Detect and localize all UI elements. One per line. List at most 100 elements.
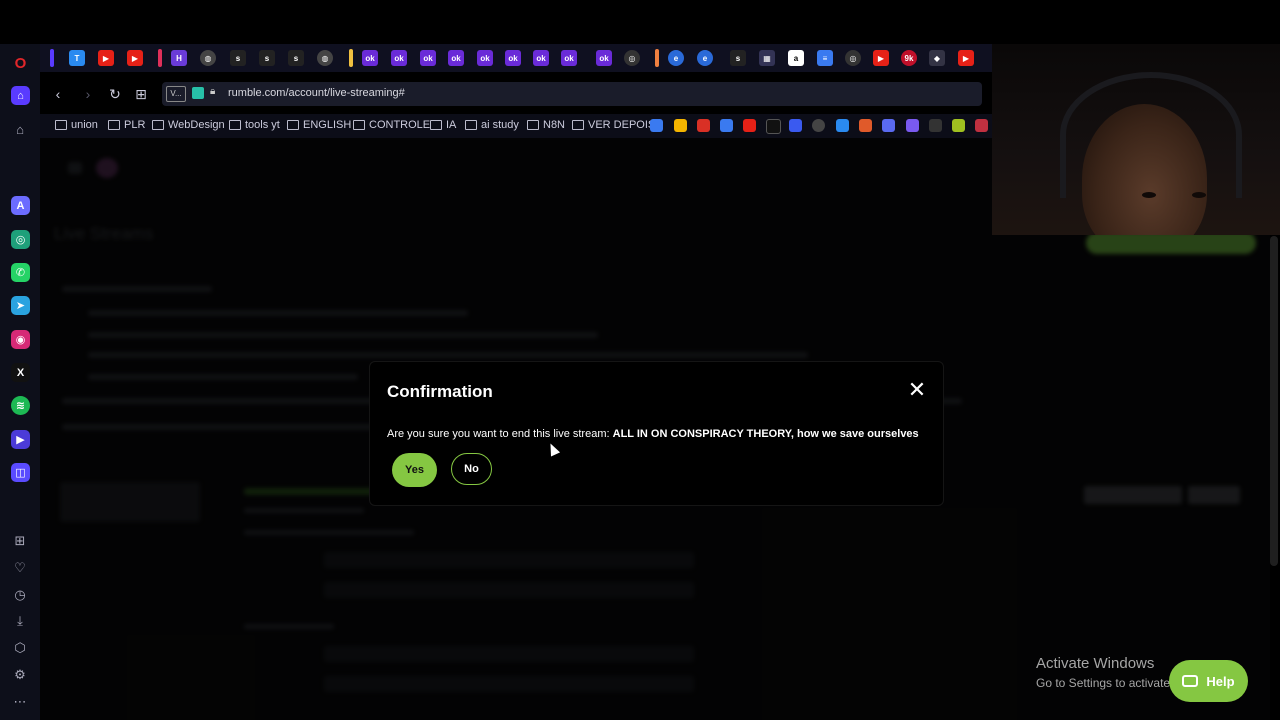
tab-icon[interactable]: e: [668, 50, 684, 66]
tab-icon[interactable]: ok: [362, 50, 378, 66]
tab-icon[interactable]: ok: [391, 50, 407, 66]
bookmark-folder[interactable]: union: [55, 119, 98, 131]
tab-icon[interactable]: ok: [477, 50, 493, 66]
activate-windows-title: Activate Windows: [1036, 655, 1155, 672]
speed-dial-icon[interactable]: ⌂: [9, 120, 31, 138]
message-prefix: Are you sure you want to end this live s…: [387, 428, 610, 440]
opera-logo-icon[interactable]: O: [11, 54, 30, 73]
x-icon[interactable]: [766, 119, 781, 134]
extensions-icon[interactable]: ⊞: [9, 532, 31, 550]
youtube-tab-icon[interactable]: ▶: [127, 50, 143, 66]
tab-icon[interactable]: s: [259, 50, 275, 66]
bookmark-icon[interactable]: [650, 119, 663, 132]
bookmark-folder[interactable]: IA: [430, 119, 456, 131]
bookmark-icon[interactable]: [789, 119, 802, 132]
amazon-tab-icon[interactable]: a: [788, 50, 804, 66]
forward-icon[interactable]: ›: [78, 84, 98, 104]
favorites-icon[interactable]: ♡: [9, 559, 31, 577]
tab-strip: T ▶ ▶ H ◍ s s s ◍ ok ok ok ok ok ok ok o…: [40, 44, 992, 72]
tab-icon[interactable]: ok: [448, 50, 464, 66]
folder-icon: [527, 120, 539, 130]
bookmark-icon[interactable]: [952, 119, 965, 132]
history-icon[interactable]: ◷: [9, 586, 31, 604]
no-button[interactable]: No: [451, 453, 492, 485]
chatgpt-tab-icon[interactable]: ◎: [624, 50, 640, 66]
bookmark-folder[interactable]: ENGLISH: [287, 119, 351, 131]
tab-icon[interactable]: s: [288, 50, 304, 66]
bookmarks-bar: union PLR WebDesign tools yt ENGLISH CON…: [40, 114, 992, 138]
globe-tab-icon[interactable]: ◍: [200, 50, 216, 66]
gmail-icon[interactable]: [697, 119, 710, 132]
url-field[interactable]: V... 🔒︎ rumble.com/account/live-streamin…: [162, 82, 982, 106]
stream-name: ALL IN ON CONSPIRACY THEORY, how we save…: [612, 428, 919, 440]
lock-icon[interactable]: 🔒︎: [210, 86, 215, 97]
chatgpt-icon[interactable]: [812, 119, 825, 132]
bookmark-folder[interactable]: PLR: [108, 119, 145, 131]
x-icon[interactable]: X: [11, 363, 30, 382]
tab-icon[interactable]: ok: [420, 50, 436, 66]
cube-icon[interactable]: ⬡: [9, 639, 31, 657]
bookmark-folder[interactable]: N8N: [527, 119, 565, 131]
aria-icon[interactable]: A: [11, 196, 30, 215]
bookmark-icon[interactable]: [975, 119, 988, 132]
close-icon[interactable]: ✕: [906, 379, 928, 401]
chat-icon: [1182, 675, 1199, 687]
settings-icon[interactable]: ⚙: [9, 666, 31, 684]
tab-icon[interactable]: ok: [596, 50, 612, 66]
bookmark-folder[interactable]: ai study: [465, 119, 519, 131]
home-icon[interactable]: ⌂: [11, 86, 30, 105]
tab-icon[interactable]: ▦: [759, 50, 775, 66]
instagram-icon[interactable]: ◉: [11, 330, 30, 349]
webcam-overlay: [992, 44, 1280, 235]
tab-icon[interactable]: ok: [561, 50, 577, 66]
downloads-icon[interactable]: ⤓: [9, 612, 31, 630]
tab-icon[interactable]: ok: [533, 50, 549, 66]
tab-icon[interactable]: T: [69, 50, 85, 66]
bookmark-icon[interactable]: [929, 119, 942, 132]
reload-icon[interactable]: ↻: [105, 84, 125, 104]
bookmark-folder[interactable]: VER DEPOIS: [572, 119, 655, 131]
docs-tab-icon[interactable]: ≡: [817, 50, 833, 66]
workspace-badge[interactable]: V...: [166, 86, 186, 102]
youtube-tab-icon[interactable]: ▶: [958, 50, 974, 66]
tab-group-marker: [158, 49, 162, 67]
globe-tab-icon[interactable]: ◍: [317, 50, 333, 66]
tab-icon[interactable]: ok: [505, 50, 521, 66]
bookmark-icon[interactable]: [906, 119, 919, 132]
telegram-icon[interactable]: ➤: [11, 296, 30, 315]
tab-icon[interactable]: H: [171, 50, 187, 66]
player-icon[interactable]: ▶: [11, 430, 30, 449]
tab-icon[interactable]: s: [230, 50, 246, 66]
bookmark-folder[interactable]: tools yt: [229, 119, 280, 131]
tab-icon[interactable]: e: [697, 50, 713, 66]
folder-icon: [287, 120, 299, 130]
tabs-grid-icon[interactable]: ⊞: [131, 84, 151, 104]
chatgpt-icon[interactable]: ◎: [11, 230, 30, 249]
youtube-tab-icon[interactable]: ▶: [98, 50, 114, 66]
folder-icon: [229, 120, 241, 130]
whatsapp-icon[interactable]: ✆: [11, 263, 30, 282]
drive-icon[interactable]: [674, 119, 687, 132]
back-icon[interactable]: ‹: [48, 84, 68, 104]
tab-icon[interactable]: 9k: [901, 50, 917, 66]
activate-windows-subtitle: Go to Settings to activate: [1036, 676, 1171, 690]
more-icon[interactable]: ⋯: [9, 693, 31, 711]
docs-icon[interactable]: [720, 119, 733, 132]
chatgpt-tab-icon[interactable]: ◎: [845, 50, 861, 66]
yes-button[interactable]: Yes: [392, 453, 437, 487]
tab-group-marker: [349, 49, 353, 67]
rumble-tab-icon[interactable]: ◆: [929, 50, 945, 66]
bookmark-folder[interactable]: WebDesign: [152, 119, 225, 131]
bookmark-icon[interactable]: [882, 119, 895, 132]
youtube-icon[interactable]: [743, 119, 756, 132]
help-button[interactable]: Help: [1169, 660, 1248, 702]
youtube-tab-icon[interactable]: ▶: [873, 50, 889, 66]
bookmark-icon[interactable]: [836, 119, 849, 132]
tab-icon[interactable]: s: [730, 50, 746, 66]
spotify-icon[interactable]: ≋: [11, 396, 30, 415]
help-label: Help: [1206, 673, 1235, 689]
bookmark-icon[interactable]: [859, 119, 872, 132]
bookmark-folder[interactable]: CONTROLE: [353, 119, 430, 131]
folder-icon: [430, 120, 442, 130]
wallet-icon[interactable]: ◫: [11, 463, 30, 482]
